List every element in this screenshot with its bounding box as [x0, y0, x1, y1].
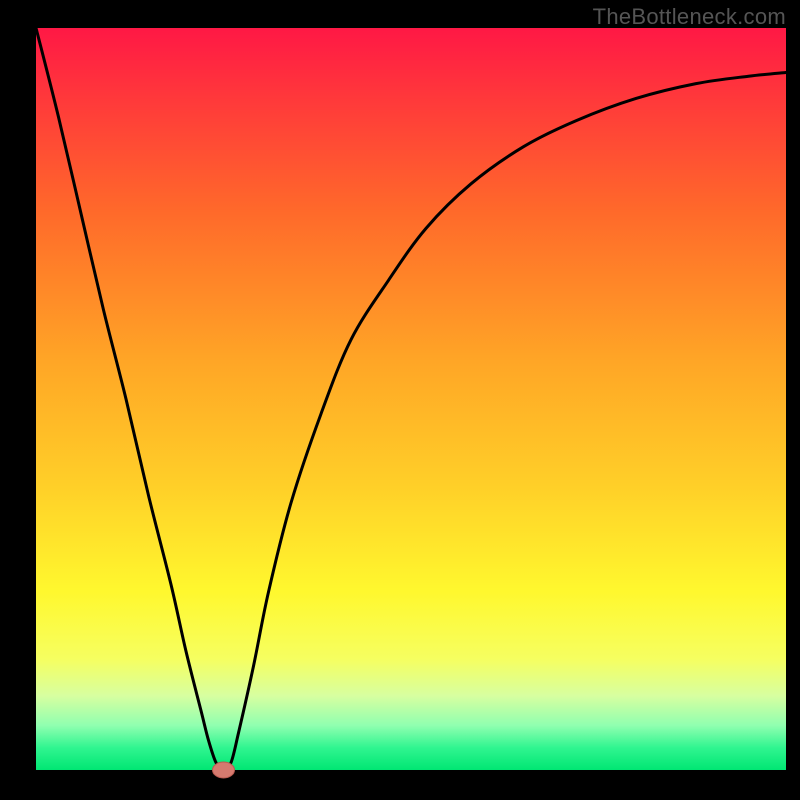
- bottleneck-chart: [0, 0, 800, 800]
- optimal-point-marker: [213, 762, 235, 778]
- plot-background: [36, 28, 786, 770]
- watermark-text: TheBottleneck.com: [593, 4, 786, 30]
- chart-frame: TheBottleneck.com: [0, 0, 800, 800]
